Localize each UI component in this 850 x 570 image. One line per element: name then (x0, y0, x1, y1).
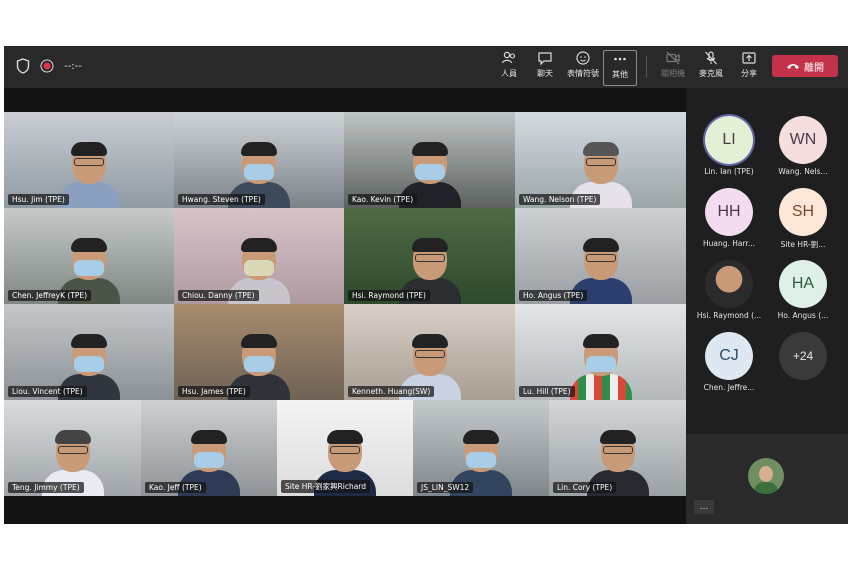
roster-item[interactable]: LI Lin. Ian (TPE) (694, 116, 764, 176)
leave-button[interactable]: 離開 (772, 55, 838, 77)
participant-roster: LI Lin. Ian (TPE) WN Wang. Nels... HH Hu… (686, 88, 848, 524)
more-actions-button[interactable]: 其他 (603, 50, 637, 86)
ellipsis-icon (614, 57, 626, 61)
video-stage: Hsu. Jim (TPE) Hwang. Steven (TPE) Kao. … (4, 88, 686, 524)
participant-name: Chen. JeffreyK (TPE) (8, 290, 92, 301)
participant-name: Ho. Angus (TPE) (519, 290, 588, 301)
participant-name: Hwang. Steven (TPE) (178, 194, 265, 205)
participant-name: Lu. Hill (TPE) (519, 386, 575, 397)
roster-name: Hsi. Raymond (... (696, 311, 762, 320)
video-tile[interactable]: Teng. Jimmy (TPE) (4, 400, 141, 496)
video-tile[interactable]: Hsu. James (TPE) (174, 304, 344, 400)
mic-off-icon (705, 51, 717, 65)
video-tile[interactable]: Chen. JeffreyK (TPE) (4, 208, 174, 304)
video-tile[interactable]: Ho. Angus (TPE) (515, 208, 686, 304)
video-tile[interactable]: Hsi. Raymond (TPE) (344, 208, 515, 304)
video-tile[interactable]: Chiou. Danny (TPE) (174, 208, 344, 304)
avatar: HA (779, 260, 827, 308)
avatar: +24 (779, 332, 827, 380)
recording-icon (40, 59, 54, 73)
participant-name: Chiou. Danny (TPE) (178, 290, 259, 301)
mic-button[interactable]: 麥克風 (692, 50, 730, 84)
chat-icon (538, 52, 552, 66)
meeting-toolbar: --:-- 人員 聊天 表情符號 其他 關相機 麥克風 分享 離開 (4, 46, 848, 88)
chat-button[interactable]: 聊天 (526, 50, 564, 84)
participant-name: Wang. Nelson (TPE) (519, 194, 601, 205)
share-icon (742, 52, 756, 64)
roster-name: Huang. Harr... (702, 239, 755, 248)
meeting-info: --:-- (16, 58, 82, 74)
video-grid: Hsu. Jim (TPE) Hwang. Steven (TPE) Kao. … (4, 112, 686, 496)
mic-label: 麥克風 (699, 69, 723, 78)
teams-meeting-window: --:-- 人員 聊天 表情符號 其他 關相機 麥克風 分享 離開 Hsu. J… (4, 46, 848, 524)
roster-name: Ho. Angus (... (777, 311, 829, 320)
roster-item[interactable]: HA Ho. Angus (... (768, 260, 838, 320)
emoji-icon (576, 51, 590, 65)
video-tile[interactable]: Lin. Cory (TPE) (549, 400, 686, 496)
chat-label: 聊天 (537, 69, 553, 78)
video-tile[interactable]: Kao. Jeff (TPE) (141, 400, 277, 496)
avatar: LI (705, 116, 753, 164)
roster-item[interactable]: Hsi. Raymond (... (694, 260, 764, 320)
video-tile[interactable]: Kenneth. Huang(SW) (344, 304, 515, 400)
avatar: SH (779, 188, 827, 236)
participant-name: Liou. Vincent (TPE) (8, 386, 87, 397)
camera-label: 關相機 (661, 69, 685, 78)
roster-item[interactable]: HH Huang. Harr... (694, 188, 764, 248)
share-label: 分享 (741, 69, 757, 78)
camera-button[interactable]: 關相機 (654, 50, 692, 84)
avatar: HH (705, 188, 753, 236)
participant-name: Hsi. Raymond (TPE) (348, 290, 430, 301)
reactions-button[interactable]: 表情符號 (564, 50, 602, 84)
self-video (748, 458, 784, 494)
roster-name: Site HR-劉... (780, 240, 826, 249)
overflow-participants-button[interactable]: +24 (768, 332, 838, 383)
share-button[interactable]: 分享 (730, 50, 768, 84)
video-tile[interactable]: Lu. Hill (TPE) (515, 304, 686, 400)
participant-name: Site HR-劉家興Richard (281, 480, 371, 493)
people-button[interactable]: 人員 (490, 50, 528, 84)
toolbar-divider (646, 56, 647, 78)
roster-name: Lin. Ian (TPE) (704, 167, 754, 176)
video-tile[interactable]: Kao. Kevin (TPE) (344, 112, 515, 208)
participant-name: JS_LIN_SW12 (417, 482, 474, 493)
participant-name: Hsu. James (TPE) (178, 386, 250, 397)
video-tile[interactable]: JS_LIN_SW12 (413, 400, 549, 496)
participant-name: Teng. Jimmy (TPE) (8, 482, 84, 493)
camera-off-icon (666, 51, 680, 65)
hang-up-icon (787, 64, 799, 69)
reactions-label: 表情符號 (567, 69, 599, 78)
people-icon (501, 51, 516, 64)
video-tile[interactable]: Site HR-劉家興Richard (277, 400, 413, 496)
more-actions-label: 其他 (612, 70, 628, 79)
people-label: 人員 (501, 69, 517, 78)
participant-name: Kao. Jeff (TPE) (145, 482, 206, 493)
avatar: CJ (705, 332, 753, 380)
participant-name: Kenneth. Huang(SW) (348, 386, 435, 397)
video-tile[interactable]: Liou. Vincent (TPE) (4, 304, 174, 400)
participant-name: Lin. Cory (TPE) (553, 482, 617, 493)
video-tile[interactable]: Hwang. Steven (TPE) (174, 112, 344, 208)
roster-item[interactable]: WN Wang. Nels... (768, 116, 838, 176)
shield-icon (16, 58, 30, 74)
video-tile[interactable]: Hsu. Jim (TPE) (4, 112, 174, 208)
roster-item[interactable]: CJ Chen. Jeffre... (694, 332, 764, 392)
leave-label: 離開 (804, 62, 824, 74)
avatar (705, 260, 753, 308)
roster-name: Wang. Nels... (778, 167, 828, 176)
video-tile[interactable]: Wang. Nelson (TPE) (515, 112, 686, 208)
meeting-timer: --:-- (64, 60, 82, 72)
roster-item[interactable]: SH Site HR-劉... (768, 188, 838, 250)
participant-name: Hsu. Jim (TPE) (8, 194, 69, 205)
participant-name: Kao. Kevin (TPE) (348, 194, 418, 205)
more-options-button[interactable]: ... (694, 500, 714, 514)
avatar: WN (779, 116, 827, 164)
roster-name: Chen. Jeffre... (703, 383, 755, 392)
